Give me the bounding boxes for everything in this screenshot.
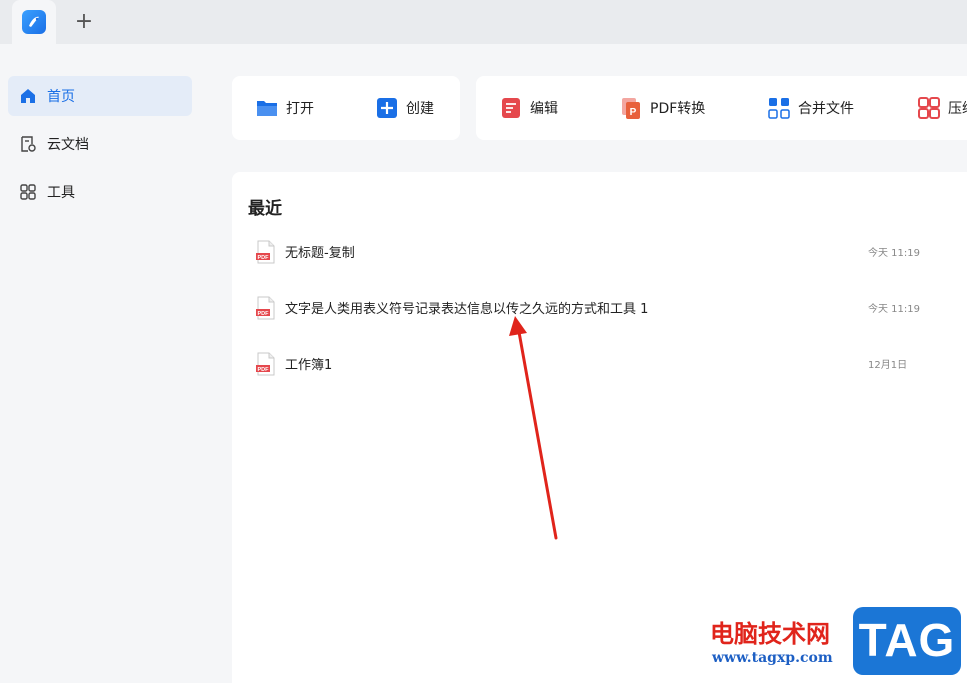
recent-title: 最近 <box>248 199 282 219</box>
recent-files-panel: 最近 PDF 无标题-复制 今天 11:19 PDF 文字是人类用表义符号记录表… <box>232 172 967 683</box>
plus-square-icon <box>377 98 397 118</box>
compress-button[interactable]: 压缩 <box>918 96 967 120</box>
merge-files-button[interactable]: 合并文件 <box>768 96 854 120</box>
edit-doc-icon <box>502 98 520 118</box>
compress-icon <box>918 97 940 119</box>
watermark-badge: TAG <box>853 607 961 675</box>
grid-icon <box>20 184 36 200</box>
sidebar-item-label: 云文档 <box>47 137 89 153</box>
watermark-site-name: 电脑技术网 <box>710 620 830 648</box>
watermark-url: www.tagxp.com <box>712 650 833 666</box>
create-button[interactable]: 创建 <box>376 96 434 120</box>
open-button[interactable]: 打开 <box>256 96 314 120</box>
pdf-file-icon: PDF <box>256 352 275 376</box>
sidebar-item-label: 首页 <box>47 89 75 105</box>
pdf-file-icon: PDF <box>256 296 275 320</box>
pdf-tools-card: 编辑 P PDF转换 合并文件 压缩 <box>476 76 967 140</box>
file-row[interactable]: PDF 文字是人类用表义符号记录表达信息以传之久远的方式和工具 1 今天 11:… <box>232 286 967 330</box>
sidebar-item-home[interactable]: 首页 <box>8 76 192 116</box>
app-logo-icon <box>22 10 46 34</box>
app-tab[interactable] <box>12 0 56 44</box>
svg-text:PDF: PDF <box>258 367 270 373</box>
file-name: 文字是人类用表义符号记录表达信息以传之久远的方式和工具 1 <box>285 302 649 317</box>
quick-actions-card: 打开 创建 <box>232 76 460 140</box>
sidebar-item-tools[interactable]: 工具 <box>8 172 192 212</box>
file-name: 工作簿1 <box>285 358 333 373</box>
file-time: 12月1日 <box>868 360 908 371</box>
svg-text:PDF: PDF <box>258 255 270 261</box>
pdf-convert-icon: P <box>622 98 640 119</box>
file-row[interactable]: PDF 工作簿1 12月1日 <box>232 342 967 386</box>
sidebar: 首页 云文档 工具 <box>0 44 200 683</box>
file-time: 今天 11:19 <box>868 248 920 259</box>
home-icon <box>21 89 35 103</box>
sidebar-item-cloud-docs[interactable]: 云文档 <box>8 124 192 164</box>
svg-text:PDF: PDF <box>258 311 270 317</box>
pdf-convert-button[interactable]: P PDF转换 <box>620 96 705 120</box>
edit-button[interactable]: 编辑 <box>500 96 558 120</box>
folder-icon <box>257 101 277 116</box>
svg-text:P: P <box>630 107 637 118</box>
file-time: 今天 11:19 <box>868 304 920 315</box>
file-name: 无标题-复制 <box>285 246 355 261</box>
sidebar-item-label: 工具 <box>47 185 75 201</box>
merge-icon <box>768 98 790 119</box>
new-tab-button[interactable]: + <box>72 10 96 34</box>
file-row[interactable]: PDF 无标题-复制 今天 11:19 <box>232 230 967 274</box>
pdf-file-icon: PDF <box>256 240 275 264</box>
cloud-doc-icon <box>21 136 36 152</box>
title-bar: + <box>0 0 967 44</box>
